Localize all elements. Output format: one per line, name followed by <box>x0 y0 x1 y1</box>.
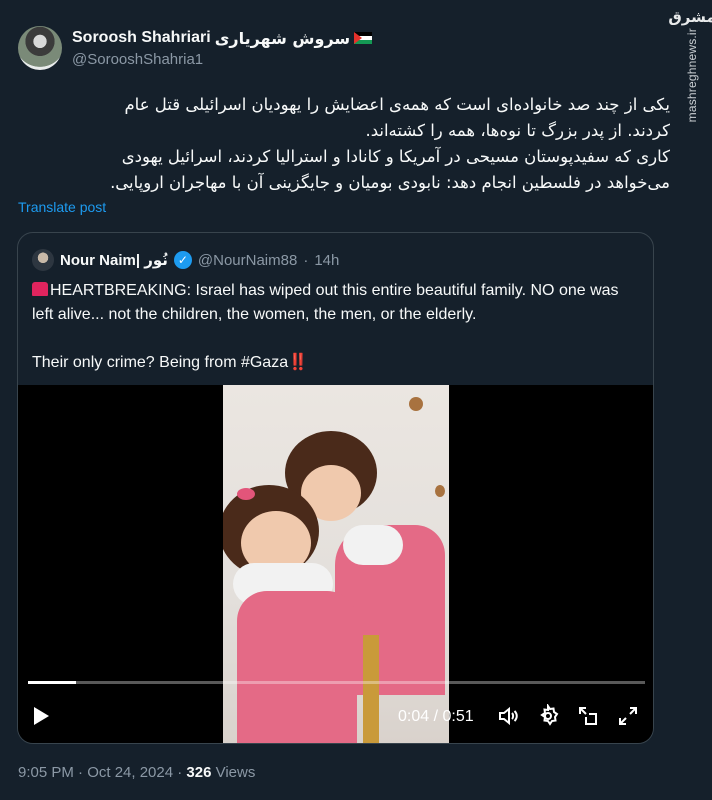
verified-badge-icon: ✓ <box>173 251 192 269</box>
post-footer: 9:05 PM · Oct 24, 2024 · 326 Views <box>18 764 255 781</box>
watermark-logo: مشرق <box>668 8 712 26</box>
video-progress-fill <box>28 681 77 684</box>
post-text: یکی از چند صد خانواده‌ای است که همه‌ی اع… <box>18 92 670 196</box>
post-line: کردند. از پدر بزرگ تا نوه‌ها، همه را کشت… <box>365 121 670 140</box>
palestine-flag-icon <box>354 32 373 44</box>
video-player[interactable]: 0:04 / 0:51 <box>18 385 653 743</box>
watermark-url: mashreghnews.ir <box>685 28 699 123</box>
double-exclamation-icon: ‼️ <box>288 354 309 371</box>
author-name-fa[interactable]: سروش شهریاری <box>215 29 350 48</box>
post-line: کاری که سفیدپوستان مسیحی در آمریکا و کان… <box>121 147 670 166</box>
author-name-line[interactable]: Soroosh Shahriari سروش شهریاری <box>72 29 373 48</box>
author-handle[interactable]: @SorooshShahria1 <box>72 51 372 68</box>
video-frame[interactable] <box>223 385 449 743</box>
quoted-age[interactable]: 14h <box>314 252 339 269</box>
video-progress-bar[interactable] <box>28 681 645 684</box>
translate-post-link[interactable]: Translate post <box>18 199 106 215</box>
views-label: Views <box>211 764 256 781</box>
post-timestamp[interactable]: 9:05 PM · Oct 24, 2024 · <box>18 764 186 781</box>
quoted-text: HEARTBREAKING: Israel has wiped out this… <box>32 279 640 399</box>
quoted-post[interactable]: Nour Naim| نُور ✓ @NourNaim88 · 14h HEAR… <box>17 232 654 744</box>
author-names: Soroosh Shahriari سروش شهریاری @SorooshS… <box>72 29 373 68</box>
post-line: یکی از چند صد خانواده‌ای است که همه‌ی اع… <box>124 95 670 114</box>
quoted-text-line2: Their only crime? Being from #Gaza <box>32 354 289 371</box>
video-controls: 0:04 / 0:51 <box>18 701 653 731</box>
volume-icon[interactable] <box>496 704 520 728</box>
siren-icon <box>32 282 48 296</box>
play-icon[interactable] <box>34 707 49 725</box>
quoted-handle[interactable]: @NourNaim88 <box>198 252 297 269</box>
post-line: می‌خواهد در فلسطین انجام دهد: نابودی بوم… <box>110 173 670 192</box>
quoted-header: Nour Naim| نُور ✓ @NourNaim88 · 14h <box>32 249 339 271</box>
fullscreen-icon[interactable] <box>616 704 640 728</box>
quoted-text-line1: HEARTBREAKING: Israel has wiped out this… <box>32 282 619 323</box>
author-name[interactable]: Soroosh Shahriari <box>72 29 211 47</box>
views-count: 326 <box>186 764 212 781</box>
picture-in-picture-icon[interactable] <box>576 704 600 728</box>
meta-separator: · <box>303 251 309 269</box>
watermark: مشرق mashreghnews.ir <box>668 0 712 130</box>
video-time: 0:04 / 0:51 <box>398 708 474 725</box>
gear-icon[interactable] <box>536 702 560 728</box>
post-header: Soroosh Shahriari سروش شهریاری @SorooshS… <box>18 26 373 70</box>
quoted-name[interactable]: Nour Naim| نُور <box>60 251 168 269</box>
quoted-avatar[interactable] <box>32 249 54 271</box>
author-avatar[interactable] <box>18 26 62 70</box>
